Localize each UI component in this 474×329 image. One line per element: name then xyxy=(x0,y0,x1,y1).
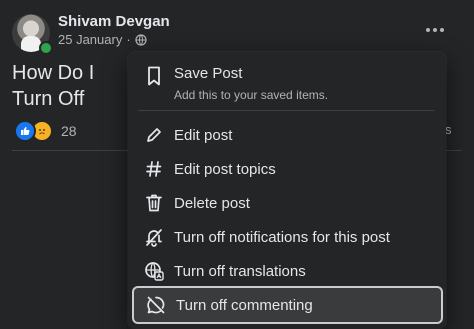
post-text: How Do I Turn Off Commenting on Facebook… xyxy=(12,62,125,116)
trash-icon xyxy=(134,193,174,213)
save-post-item[interactable]: Save Post Add this to your saved items. xyxy=(132,60,442,106)
edit-post-item[interactable]: Edit post xyxy=(132,119,442,151)
turn-off-notifications-item[interactable]: Turn off notifications for this post xyxy=(132,221,442,253)
comment-off-icon xyxy=(136,295,176,315)
reaction-count[interactable]: 28 xyxy=(61,123,77,139)
online-status-indicator xyxy=(39,41,53,55)
post-options-menu: Save Post Add this to your saved items. … xyxy=(128,52,446,329)
reactions-summary[interactable]: 28 xyxy=(14,120,77,142)
edit-post-topics-item[interactable]: Edit post topics xyxy=(132,153,442,185)
turn-off-translations-label: Turn off translations xyxy=(174,262,306,280)
hashtag-icon xyxy=(134,160,174,178)
meta-separator: · xyxy=(126,32,131,47)
edit-post-topics-label: Edit post topics xyxy=(174,160,276,178)
more-options-button[interactable] xyxy=(421,20,449,40)
translate-globe-icon xyxy=(134,261,174,281)
save-post-sublabel: Add this to your saved items. xyxy=(174,88,329,102)
menu-divider xyxy=(138,110,434,111)
more-dot xyxy=(440,28,444,32)
globe-icon xyxy=(135,33,147,46)
bell-off-icon xyxy=(134,227,174,247)
turn-off-commenting-label: Turn off commenting xyxy=(176,296,313,314)
turn-off-notifications-label: Turn off notifications for this post xyxy=(174,228,390,246)
more-dot xyxy=(426,28,430,32)
like-reaction-icon xyxy=(14,120,36,142)
bookmark-icon xyxy=(134,66,174,86)
turn-off-commenting-item[interactable]: Turn off commenting xyxy=(132,286,443,324)
edit-post-label: Edit post xyxy=(174,126,233,144)
delete-post-label: Delete post xyxy=(174,194,250,212)
post-date[interactable]: 25 January xyxy=(58,32,122,47)
author-name[interactable]: Shivam Devgan xyxy=(58,13,170,30)
pencil-icon xyxy=(134,126,174,144)
turn-off-translations-item[interactable]: Turn off translations xyxy=(132,255,442,287)
post-meta: 25 January · xyxy=(58,32,147,47)
more-dot xyxy=(433,28,437,32)
delete-post-item[interactable]: Delete post xyxy=(132,187,442,219)
save-post-label: Save Post xyxy=(174,65,243,82)
